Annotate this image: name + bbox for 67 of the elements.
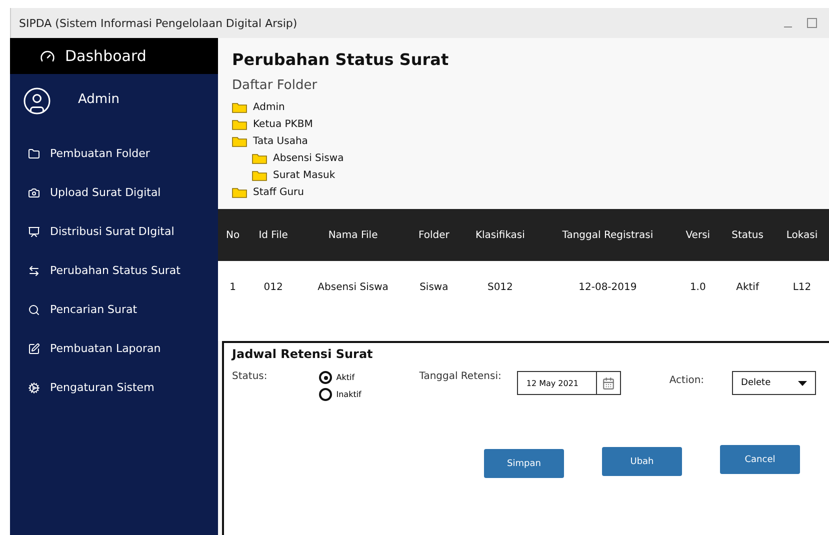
- folder-icon: [232, 136, 247, 147]
- field-label: Action:: [669, 375, 704, 386]
- field-label: Tanggal Retensi:: [419, 371, 502, 382]
- user-avatar-icon: [22, 86, 52, 116]
- column-header[interactable]: Id File: [248, 209, 299, 261]
- folder-name[interactable]: Tata Usaha: [253, 136, 308, 147]
- camera-icon: [28, 186, 40, 198]
- action-button[interactable]: Ubah: [602, 447, 682, 476]
- sidebar-item[interactable]: Pengaturan Sistem: [10, 368, 218, 407]
- sidebar-item[interactable]: Distribusi Surat DIgital: [10, 212, 218, 251]
- radio-button[interactable]: [319, 371, 332, 384]
- calendar-icon[interactable]: [602, 376, 616, 390]
- presentation-icon: [28, 226, 40, 238]
- table-cell: 1: [218, 261, 248, 313]
- caret-icon: [798, 380, 808, 386]
- table-cell: S012: [460, 261, 540, 313]
- user-name: Admin: [78, 92, 120, 107]
- column-header[interactable]: Lokasi: [774, 209, 829, 261]
- action-button[interactable]: Cancel: [720, 445, 800, 474]
- panel-title: Jadwal Retensi Surat: [232, 347, 374, 361]
- folder-icon: [232, 119, 247, 130]
- sidebar-item[interactable]: Perubahan Status Surat: [10, 251, 218, 290]
- folder-icon: [232, 102, 247, 113]
- maximize-icon[interactable]: [807, 18, 817, 28]
- radio-button[interactable]: [319, 388, 332, 401]
- folder-name[interactable]: Absensi Siswa: [273, 153, 344, 164]
- table-cell: L12: [774, 261, 829, 313]
- table-cell: 1.0: [676, 261, 720, 313]
- radio-label[interactable]: Aktif: [336, 373, 355, 382]
- column-header[interactable]: Versi: [676, 209, 720, 261]
- search-icon: [28, 304, 40, 316]
- radio-label[interactable]: Inaktif: [336, 390, 362, 399]
- column-header[interactable]: Tanggal Registrasi: [540, 209, 676, 261]
- folder-icon: [252, 170, 267, 181]
- folder-heading: Daftar Folder: [231, 77, 318, 95]
- column-header[interactable]: Klasifikasi: [460, 209, 540, 261]
- column-header[interactable]: No: [218, 209, 248, 261]
- table-cell: Siswa: [407, 261, 461, 313]
- sidebar-header[interactable]: Dashboard: [65, 47, 146, 65]
- sidebar-item[interactable]: Pembuatan Laporan: [10, 329, 218, 368]
- swap-icon: [28, 264, 40, 276]
- page-title: Perubahan Status Surat: [231, 49, 450, 69]
- edit-icon: [28, 342, 40, 354]
- field-label: Status:: [232, 371, 268, 382]
- sidebar-item[interactable]: Pembuatan Folder: [10, 134, 218, 173]
- column-header[interactable]: Folder: [407, 209, 461, 261]
- column-header[interactable]: Status: [720, 209, 775, 261]
- table-cell: Aktif: [720, 261, 775, 313]
- window-title: SIPDA (Sistem Informasi Pengelolaan Digital Arsip): [19, 16, 298, 30]
- folder-name[interactable]: Staff Guru: [253, 187, 304, 198]
- folder-name[interactable]: Ketua PKBM: [253, 119, 313, 130]
- folder-icon: [28, 148, 40, 160]
- table-cell: 12-08-2019: [540, 261, 676, 313]
- folder-name[interactable]: Surat Masuk: [273, 170, 336, 181]
- folder-icon: [232, 187, 247, 198]
- gear-icon: [28, 382, 40, 394]
- table-cell: 012: [248, 261, 299, 313]
- date-field[interactable]: 12 May 2021: [517, 371, 622, 395]
- dashboard-icon: [40, 48, 55, 64]
- folder-icon: [252, 153, 267, 164]
- sidebar-item[interactable]: Upload Surat Digital: [10, 173, 218, 212]
- action-dropdown[interactable]: Delete: [732, 371, 816, 395]
- sidebar-item[interactable]: Pencarian Surat: [10, 290, 218, 329]
- table-cell: Absensi Siswa: [298, 261, 408, 313]
- folder-name[interactable]: Admin: [253, 102, 285, 113]
- action-button[interactable]: Simpan: [484, 449, 564, 478]
- column-header[interactable]: Nama File: [298, 209, 408, 261]
